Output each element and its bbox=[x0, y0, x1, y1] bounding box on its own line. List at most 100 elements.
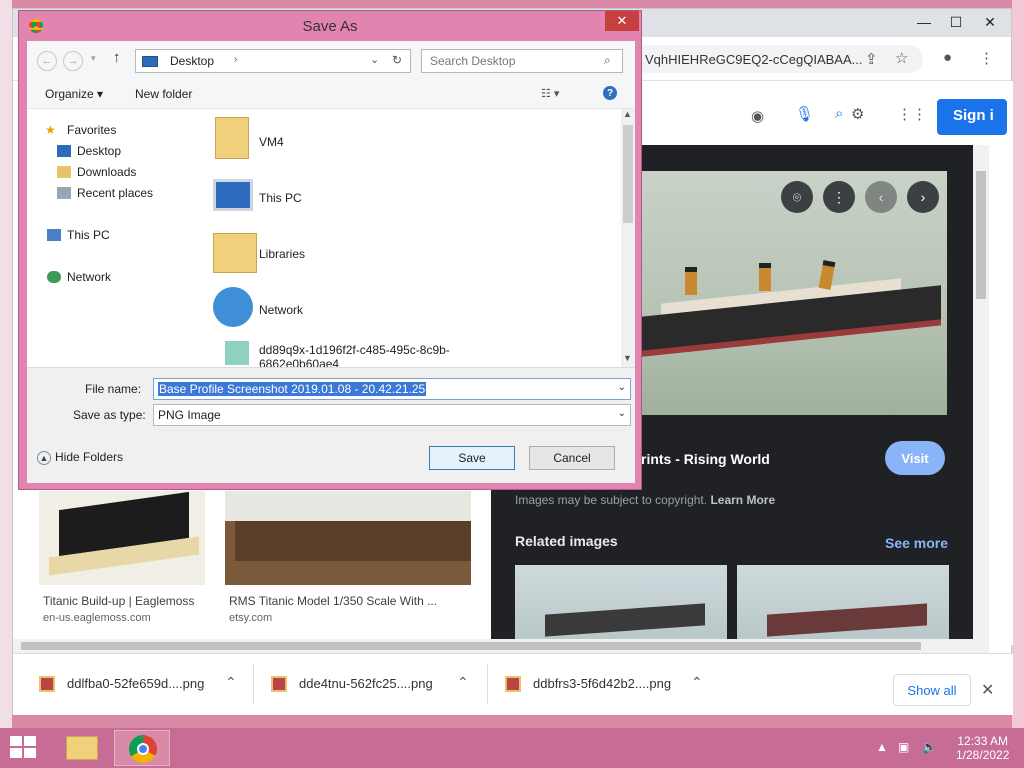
organize-menu[interactable]: Organize ▾ bbox=[45, 87, 103, 101]
tree-favorites[interactable]: Favorites bbox=[67, 123, 116, 137]
save-as-type-label: Save as type: bbox=[73, 408, 146, 422]
show-all-button[interactable]: Show all bbox=[893, 674, 971, 706]
page-vertical-scrollbar[interactable] bbox=[973, 145, 989, 645]
file-name-input[interactable]: Base Profile Screenshot 2019.01.08 - 20.… bbox=[153, 378, 631, 400]
tree-network[interactable]: Network bbox=[67, 270, 111, 284]
recent-chevron-icon[interactable]: ▾ bbox=[91, 53, 96, 64]
tray-chevron-icon[interactable]: ▲ bbox=[876, 740, 888, 754]
related-image-1[interactable] bbox=[515, 565, 727, 645]
card-title-2[interactable]: RMS Titanic Model 1/350 Scale With ... bbox=[229, 594, 437, 608]
file-item-libraries[interactable]: Libraries bbox=[259, 247, 305, 261]
download-item-1[interactable]: ddlfba0-52fe659d....png ⌃ bbox=[39, 674, 259, 698]
chevron-down-icon[interactable]: ⌄ bbox=[618, 382, 626, 393]
file-name-label: File name: bbox=[85, 382, 142, 396]
preview-title[interactable]: rints - Rising World bbox=[641, 451, 770, 467]
visit-button[interactable]: Visit bbox=[885, 441, 945, 475]
view-options-icon[interactable]: ☷ ▾ bbox=[541, 87, 559, 100]
download-item-2[interactable]: dde4tnu-562fc25....png ⌃ bbox=[271, 674, 491, 698]
chevron-up-icon: ▲ bbox=[37, 451, 51, 465]
more-options-button[interactable]: ⋮ bbox=[823, 181, 855, 213]
maximize-button[interactable]: ☐ bbox=[941, 11, 971, 33]
chevron-up-icon[interactable]: ⌃ bbox=[457, 674, 469, 691]
address-bar[interactable]: VqhHIEHReGC9EQ2-cCegQIABAA... ⇪ ☆ bbox=[633, 45, 923, 73]
dialog-close-button[interactable]: ✕ bbox=[605, 11, 639, 31]
minimize-button[interactable]: — bbox=[909, 11, 939, 33]
file-explorer-taskbar-icon[interactable] bbox=[54, 730, 110, 766]
result-image-eaglemoss[interactable] bbox=[39, 491, 205, 585]
sign-in-button[interactable]: Sign i bbox=[937, 99, 1007, 135]
card-title-1[interactable]: Titanic Build-up | Eaglemoss bbox=[43, 594, 194, 608]
tree-desktop[interactable]: Desktop bbox=[77, 144, 121, 158]
download-item-3[interactable]: ddbfrs3-5f6d42b2....png ⌃ bbox=[505, 674, 725, 698]
image-file-icon bbox=[225, 341, 249, 365]
settings-icon[interactable]: ⚙ bbox=[851, 105, 864, 123]
volume-muted-icon[interactable]: 🔈 bbox=[922, 740, 937, 754]
chrome-taskbar-icon[interactable] bbox=[114, 730, 170, 766]
navigation-pane: ★ Favorites Desktop Downloads Recent pla… bbox=[27, 109, 203, 367]
star-icon[interactable]: ☆ bbox=[895, 49, 908, 67]
file-item-this-pc[interactable]: This PC bbox=[259, 191, 302, 205]
learn-more-link[interactable]: Learn More bbox=[710, 493, 775, 507]
new-folder-button[interactable]: New folder bbox=[135, 87, 192, 101]
save-as-type-select[interactable]: PNG Image ⌄ bbox=[153, 404, 631, 426]
profile-icon[interactable]: ● bbox=[943, 49, 952, 66]
scroll-up-icon[interactable]: ▲ bbox=[623, 109, 632, 119]
image-file-icon bbox=[39, 676, 55, 692]
tree-this-pc[interactable]: This PC bbox=[67, 228, 110, 242]
file-item-dd89q9x[interactable]: dd89q9x-1d196f2f-c485-495c-8c9b-6862e0b6… bbox=[259, 343, 459, 367]
address-dropdown-icon[interactable]: ⌄ bbox=[370, 53, 379, 66]
search-icon: ⌕ bbox=[604, 53, 611, 67]
page-horizontal-scrollbar[interactable] bbox=[13, 639, 989, 653]
desktop-icon bbox=[57, 145, 71, 157]
clock[interactable]: 12:33 AM 1/28/2022 bbox=[956, 734, 1009, 762]
up-arrow-icon[interactable]: ↑ bbox=[113, 49, 121, 66]
back-arrow-icon[interactable]: ← bbox=[37, 51, 57, 71]
windows-start-button[interactable] bbox=[10, 736, 38, 760]
hide-folders-button[interactable]: ▲ Hide Folders bbox=[37, 450, 123, 465]
cancel-button[interactable]: Cancel bbox=[529, 446, 615, 470]
lens-icon[interactable]: ⌕ bbox=[835, 105, 843, 122]
result-image-etsy[interactable] bbox=[225, 491, 471, 585]
copyright-notice: Images may be subject to copyright. Lear… bbox=[515, 493, 775, 507]
address-path[interactable]: Desktop › ⌄ ↻ bbox=[135, 49, 411, 73]
clock-time: 12:33 AM bbox=[957, 734, 1009, 748]
network-icon bbox=[213, 287, 253, 327]
file-list-scrollbar[interactable]: ▲ ▼ bbox=[621, 109, 635, 367]
camera-icon[interactable]: ◉ bbox=[751, 107, 764, 125]
scroll-down-icon[interactable]: ▼ bbox=[623, 353, 632, 363]
chevron-down-icon[interactable]: ⌄ bbox=[618, 408, 626, 419]
search-desktop-input[interactable]: Search Desktop ⌕ bbox=[421, 49, 623, 73]
downloads-folder-icon bbox=[57, 166, 71, 178]
card-source-2: etsy.com bbox=[229, 612, 273, 624]
lens-search-button[interactable]: ⌾ bbox=[781, 181, 813, 213]
network-status-icon[interactable]: ▣ bbox=[898, 740, 909, 754]
breadcrumb-chevron-icon[interactable]: › bbox=[234, 54, 237, 65]
card-source-1: en-us.eaglemoss.com bbox=[43, 612, 151, 624]
help-icon[interactable]: ? bbox=[603, 86, 617, 100]
navigation-row: ← → ▾ ↑ Desktop › ⌄ ↻ Search Desktop ⌕ bbox=[27, 41, 635, 79]
file-name-value: Base Profile Screenshot 2019.01.08 - 20.… bbox=[158, 382, 427, 396]
see-more-link[interactable]: See more bbox=[885, 535, 948, 551]
file-item-network[interactable]: Network bbox=[259, 303, 303, 317]
chevron-up-icon[interactable]: ⌃ bbox=[225, 674, 237, 691]
chevron-up-icon[interactable]: ⌃ bbox=[691, 674, 703, 691]
mic-icon[interactable]: 🎙 bbox=[795, 105, 814, 123]
save-button[interactable]: Save bbox=[429, 446, 515, 470]
star-icon: ★ bbox=[45, 123, 56, 137]
apps-icon[interactable]: ⋮⋮ bbox=[897, 105, 927, 123]
previous-image-button[interactable]: ‹ bbox=[865, 181, 897, 213]
file-item-vm4[interactable]: VM4 bbox=[259, 135, 284, 149]
save-options-pane: File name: Base Profile Screenshot 2019.… bbox=[27, 367, 635, 483]
close-window-button[interactable]: ✕ bbox=[975, 11, 1005, 33]
tree-downloads[interactable]: Downloads bbox=[77, 165, 136, 179]
next-image-button[interactable]: › bbox=[907, 181, 939, 213]
menu-icon[interactable]: ⋮ bbox=[979, 49, 994, 67]
computer-icon bbox=[213, 179, 253, 211]
refresh-icon[interactable]: ↻ bbox=[392, 53, 402, 67]
save-as-dialog: Save As ✕ ← → ▾ ↑ Desktop › ⌄ ↻ Search D… bbox=[18, 10, 642, 490]
related-image-2[interactable] bbox=[737, 565, 949, 645]
tree-recent-places[interactable]: Recent places bbox=[77, 186, 153, 200]
share-icon[interactable]: ⇪ bbox=[865, 50, 878, 68]
forward-arrow-icon[interactable]: → bbox=[63, 51, 83, 71]
close-downloads-icon[interactable]: ✕ bbox=[981, 680, 994, 700]
